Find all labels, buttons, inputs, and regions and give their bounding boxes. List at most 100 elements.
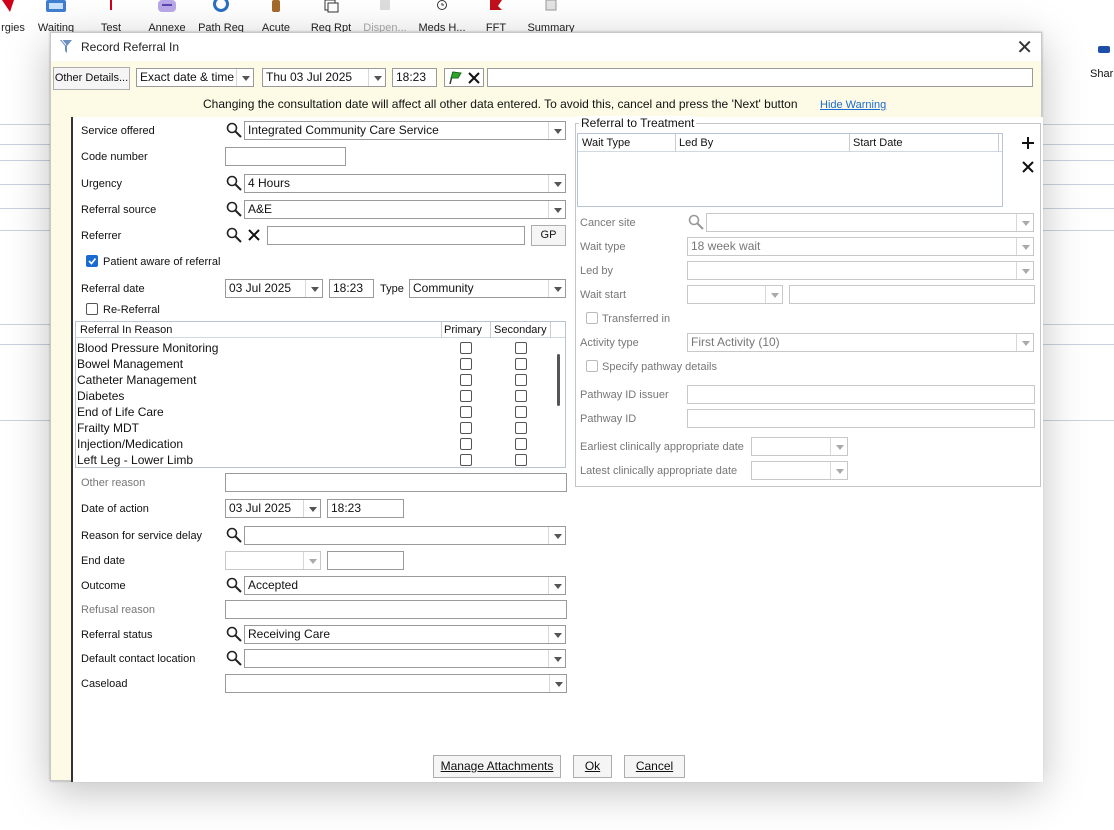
action-time-field[interactable]: 18:23	[327, 499, 404, 518]
toolbar-allergies[interactable]: rgies	[0, 0, 26, 34]
chevron-down-icon[interactable]	[548, 650, 565, 667]
secondary-checkbox[interactable]	[515, 342, 527, 354]
chevron-down-icon[interactable]	[1016, 262, 1033, 279]
clear-icon[interactable]	[467, 71, 481, 85]
patient-aware-checkbox[interactable]	[86, 255, 98, 267]
list-item[interactable]: Blood Pressure Monitoring	[76, 340, 552, 356]
pathway-issuer-input[interactable]	[687, 385, 1035, 404]
refusal-reason-input[interactable]	[225, 600, 567, 619]
primary-checkbox[interactable]	[460, 390, 472, 402]
service-delay-select[interactable]	[244, 526, 566, 545]
secondary-checkbox[interactable]	[515, 390, 527, 402]
cancel-button[interactable]: Cancel	[624, 755, 685, 778]
green-flag-icon[interactable]	[447, 70, 463, 86]
toolbar-test[interactable]: Test	[96, 0, 126, 34]
scrollbar-thumb[interactable]	[557, 354, 560, 406]
date-of-action-field[interactable]: 03 Jul 2025	[225, 499, 321, 518]
latest-date-field[interactable]	[751, 461, 848, 480]
secondary-checkbox[interactable]	[515, 438, 527, 450]
toolbar-annexe[interactable]: Annexe	[146, 0, 188, 34]
delete-icon[interactable]	[1019, 158, 1037, 176]
chevron-down-icon[interactable]	[548, 280, 565, 297]
chevron-down-icon[interactable]	[830, 462, 847, 479]
chevron-down-icon[interactable]	[303, 500, 320, 517]
clear-referrer-icon[interactable]	[247, 228, 261, 242]
chevron-down-icon[interactable]	[305, 280, 322, 297]
search-icon[interactable]	[225, 226, 244, 245]
chevron-down-icon[interactable]	[548, 122, 565, 139]
referral-date-field[interactable]: 03 Jul 2025	[225, 279, 323, 298]
secondary-checkbox[interactable]	[515, 358, 527, 370]
toolbar-acute[interactable]: Acute	[258, 0, 294, 34]
chevron-down-icon[interactable]	[548, 577, 565, 594]
search-icon[interactable]	[225, 526, 244, 545]
list-item[interactable]: Bowel Management	[76, 356, 552, 372]
led-by-select[interactable]	[687, 261, 1034, 280]
transferred-in-checkbox[interactable]	[586, 312, 598, 324]
search-icon[interactable]	[225, 200, 244, 219]
search-icon[interactable]	[225, 625, 244, 644]
outcome-select[interactable]: Accepted	[244, 576, 566, 595]
pathway-id-input[interactable]	[687, 409, 1035, 428]
chevron-down-icon[interactable]	[765, 286, 782, 303]
other-details-button[interactable]: Other Details...	[53, 67, 130, 90]
secondary-checkbox[interactable]	[515, 374, 527, 386]
referral-source-select[interactable]: A&E	[244, 200, 566, 219]
re-referral-checkbox[interactable]	[86, 303, 98, 315]
search-icon[interactable]	[225, 121, 244, 140]
cancer-site-select[interactable]	[706, 213, 1034, 232]
toolbar-req-rpt[interactable]: Req Rpt	[308, 0, 354, 34]
list-item[interactable]: End of Life Care	[76, 404, 552, 420]
specify-pathway-checkbox[interactable]	[586, 360, 598, 372]
free-text-field[interactable]	[487, 68, 1033, 87]
toolbar-meds-history[interactable]: Meds H...	[416, 0, 468, 34]
chevron-down-icon[interactable]	[1016, 334, 1033, 351]
chevron-down-icon[interactable]	[548, 527, 565, 544]
end-time-field[interactable]	[327, 551, 404, 570]
chevron-down-icon[interactable]	[549, 675, 566, 692]
list-item[interactable]: Injection/Medication	[76, 436, 552, 452]
chevron-down-icon[interactable]	[1016, 238, 1033, 255]
end-date-field[interactable]	[225, 551, 321, 570]
earliest-date-field[interactable]	[751, 437, 848, 456]
urgency-select[interactable]: 4 Hours	[244, 174, 566, 193]
chevron-down-icon[interactable]	[548, 626, 565, 643]
close-icon[interactable]: ✕	[1016, 35, 1033, 60]
search-icon[interactable]	[225, 576, 244, 595]
other-reason-input[interactable]	[225, 473, 567, 492]
manage-attachments-button[interactable]: Manage Attachments	[433, 755, 561, 778]
consultation-time-field[interactable]: 18:23	[392, 68, 437, 87]
chevron-down-icon[interactable]	[548, 201, 565, 218]
referral-type-select[interactable]: Community	[409, 279, 566, 298]
chevron-down-icon[interactable]	[548, 175, 565, 192]
wait-start-date[interactable]	[687, 285, 783, 304]
primary-checkbox[interactable]	[460, 422, 472, 434]
list-item[interactable]: Catheter Management	[76, 372, 552, 388]
search-icon[interactable]	[687, 213, 706, 232]
list-item[interactable]: Diabetes	[76, 388, 552, 404]
consultation-date-field[interactable]: Thu 03 Jul 2025	[262, 68, 386, 87]
list-item[interactable]: Frailty MDT	[76, 420, 552, 436]
caseload-select[interactable]	[225, 674, 567, 693]
referrer-input[interactable]	[267, 226, 525, 245]
default-contact-select[interactable]	[244, 649, 566, 668]
referral-status-select[interactable]: Receiving Care	[244, 625, 566, 644]
search-icon[interactable]	[225, 649, 244, 668]
primary-checkbox[interactable]	[460, 374, 472, 386]
secondary-checkbox[interactable]	[515, 454, 527, 466]
share-label[interactable]: Shar	[1090, 68, 1113, 80]
gp-button[interactable]: GP	[531, 225, 566, 246]
toolbar-path-req[interactable]: Path Req	[198, 0, 244, 34]
chevron-down-icon[interactable]	[368, 69, 385, 86]
wait-start-time[interactable]	[789, 285, 1035, 304]
search-icon[interactable]	[225, 174, 244, 193]
primary-checkbox[interactable]	[460, 454, 472, 466]
add-icon[interactable]	[1019, 134, 1037, 152]
toolbar-summary[interactable]: Summary	[526, 0, 576, 34]
code-number-input[interactable]	[225, 147, 346, 166]
secondary-checkbox[interactable]	[515, 422, 527, 434]
chevron-down-icon[interactable]	[1016, 214, 1033, 231]
referral-time-field[interactable]: 18:23	[329, 279, 374, 298]
toolbar-dispense[interactable]: Dispen...	[362, 0, 408, 34]
date-mode-select[interactable]: Exact date & time	[136, 68, 254, 87]
